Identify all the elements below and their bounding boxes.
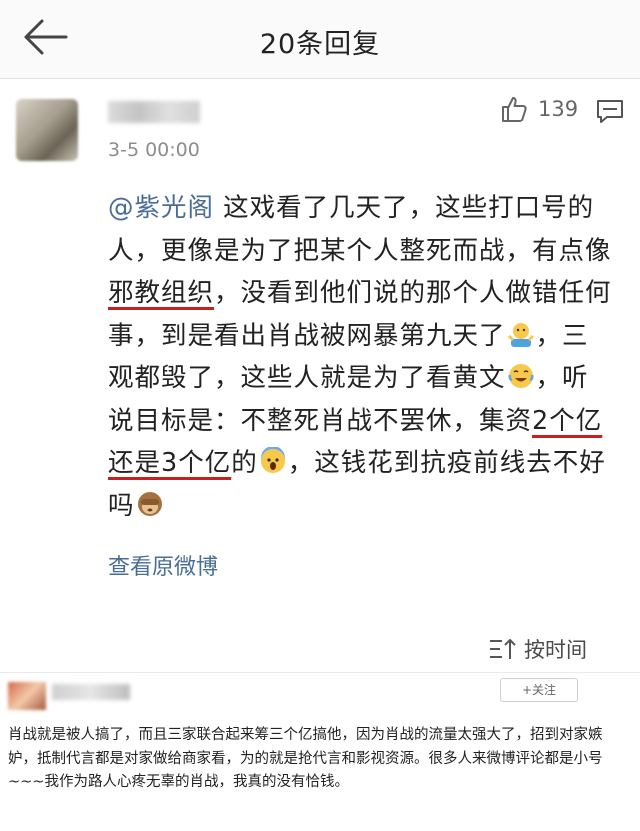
page-title: 20条回复 (259, 29, 381, 60)
top-bar: 20条回复 (0, 0, 640, 79)
second-comment-text: 肖战就是被人搞了，而且三家联合起来筹三个亿搞他，因为肖战的流量太强大了，招到对家… (8, 727, 603, 790)
avatar[interactable] (16, 99, 78, 161)
divider (0, 672, 640, 673)
scream-emoji-icon (260, 447, 285, 473)
comment-body: @紫光阁 这戏看了几天了，这些打口号的人，更像是为了把某个人整死而战，有点像邪教… (108, 187, 613, 527)
like-count: 139 (538, 97, 579, 121)
comment-bubble-icon[interactable] (596, 99, 624, 125)
mention-link[interactable]: @紫光阁 (108, 193, 214, 223)
comment-text-underlined-1: 邪教组织 (108, 278, 215, 308)
see-no-evil-monkey-emoji-icon (137, 491, 162, 516)
comment-text-5: 的 (231, 448, 258, 478)
thumbs-up-icon (502, 97, 527, 122)
sort-icon (490, 638, 516, 659)
view-original-weibo-link[interactable]: 查看原微博 (108, 549, 218, 581)
sort-by-time-button[interactable]: 按时间 (488, 634, 587, 664)
username-blurred[interactable] (52, 684, 130, 700)
comment-timestamp: 3-5 00:00 (108, 139, 200, 161)
username-blurred[interactable] (108, 101, 200, 123)
avatar[interactable] (8, 682, 46, 710)
second-comment: +关注 肖战就是被人搞了，而且三家联合起来筹三个亿搞他，因为肖战的流量太强大了，… (0, 672, 640, 831)
laugh-tears-emoji-icon (508, 364, 534, 388)
sort-label: 按时间 (524, 638, 587, 662)
like-button[interactable]: 139 (500, 95, 578, 123)
shrug-emoji-icon (507, 322, 534, 347)
comment-card: 3-5 00:00 139 @紫光阁 这戏看了几天了，这些打口号的人，更像是为了… (0, 79, 640, 649)
follow-button[interactable]: +关注 (500, 678, 578, 702)
sort-bar: 按时间 (0, 610, 640, 670)
